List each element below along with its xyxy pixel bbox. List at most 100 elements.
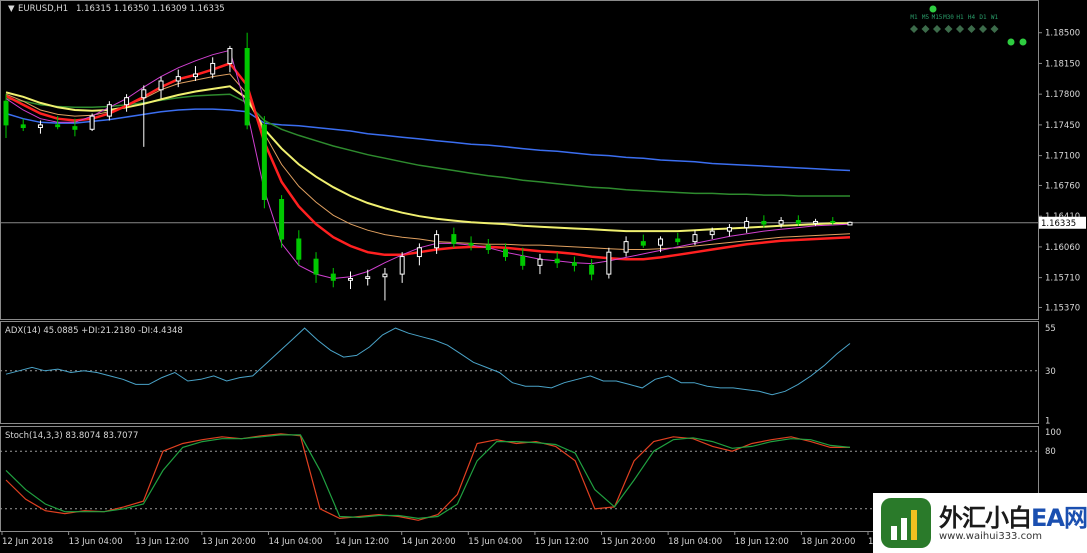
candle-body — [106, 104, 112, 117]
candle-body — [313, 258, 319, 275]
candle-body — [175, 76, 181, 82]
candle-body — [416, 247, 422, 258]
signal-dot-icon — [1019, 38, 1027, 46]
candle-body — [55, 124, 61, 128]
candle-body — [141, 89, 147, 99]
current-price-label: 1.16335 — [1041, 219, 1076, 229]
candle-body — [692, 234, 698, 243]
timeframe-label[interactable]: D1 — [979, 14, 987, 21]
price-tick-label: 1.16060 — [1045, 243, 1080, 253]
candle-body — [434, 234, 440, 249]
candle-body — [520, 256, 526, 266]
candle-body — [778, 220, 784, 225]
adx-tick-label: 1 — [1045, 416, 1050, 426]
candle-body — [3, 100, 9, 126]
candle-body — [399, 256, 405, 275]
time-tick-label: 12 Jun 2018 — [2, 537, 53, 547]
ohlc-header: 1.16315 1.16350 1.16309 1.16335 — [76, 4, 225, 14]
candle-body — [709, 230, 715, 236]
timeframe-label[interactable]: W1 — [991, 14, 999, 21]
time-tick-label: 13 Jun 12:00 — [135, 537, 189, 547]
candle-body — [744, 220, 750, 229]
time-tick-label: 18 Jun 20:00 — [801, 537, 855, 547]
watermark-logo-icon — [881, 498, 931, 548]
candle-body — [451, 234, 457, 244]
price-tick-label: 1.17450 — [1045, 121, 1080, 131]
candle-body — [537, 258, 543, 266]
candle-body — [468, 242, 474, 246]
time-tick-label: 15 Jun 20:00 — [602, 537, 656, 547]
candle-body — [279, 199, 285, 240]
adx-tick-label: 30 — [1045, 367, 1056, 377]
price-tick-label: 1.17800 — [1045, 90, 1080, 100]
header-arrow-icon[interactable]: ▼ — [8, 4, 15, 14]
candle-body — [503, 249, 509, 258]
candle-body — [726, 227, 732, 232]
time-tick-label: 15 Jun 12:00 — [535, 537, 589, 547]
signal-dot-icon — [1007, 38, 1015, 46]
candle-body — [37, 124, 43, 129]
watermark-text: 外汇小白 — [939, 503, 1032, 532]
stoch-header: Stoch(14,3,3) 83.8074 83.7077 — [5, 431, 138, 441]
signal-dot-icon — [929, 5, 937, 13]
stoch-tick-label: 100 — [1045, 428, 1061, 438]
adx-header: ADX(14) 45.0885 +DI:21.2180 -DI:4.4348 — [5, 326, 183, 336]
watermark: 外汇小白EA网 www.waihui333.com — [873, 493, 1087, 553]
candle-body — [365, 276, 371, 280]
candle-body — [847, 221, 853, 226]
time-tick-label: 14 Jun 20:00 — [402, 537, 456, 547]
time-tick-label: 13 Jun 04:00 — [69, 537, 123, 547]
candle-body — [623, 241, 629, 253]
candle-body — [192, 73, 198, 78]
candle-body — [296, 238, 302, 260]
candle-body — [158, 80, 164, 91]
time-tick-label: 18 Jun 12:00 — [735, 537, 789, 547]
candle-body — [227, 48, 233, 64]
candle-body — [658, 238, 664, 246]
symbol-header: EURUSD,H1 — [18, 4, 68, 14]
price-tick-label: 1.15710 — [1045, 274, 1080, 284]
candle-body — [382, 273, 388, 278]
candle-body — [210, 62, 216, 75]
price-tick-label: 1.17100 — [1045, 152, 1080, 162]
candle-body — [813, 220, 819, 224]
price-tick-label: 1.18500 — [1045, 29, 1080, 39]
candle-body — [244, 48, 250, 126]
price-tick-label: 1.16760 — [1045, 181, 1080, 191]
candle-body — [795, 220, 801, 224]
candle-body — [347, 278, 353, 281]
timeframe-label[interactable]: H1 — [956, 14, 964, 21]
adx-tick-label: 55 — [1045, 324, 1056, 334]
price-tick-label: 1.15370 — [1045, 303, 1080, 313]
time-tick-label: 14 Jun 12:00 — [335, 537, 389, 547]
candle-body — [640, 241, 646, 246]
time-tick-label: 13 Jun 20:00 — [202, 537, 256, 547]
timeframe-label[interactable]: M5 — [922, 14, 930, 21]
timeframe-label[interactable]: H4 — [968, 14, 976, 21]
candle-body — [261, 124, 267, 200]
candle-body — [571, 262, 577, 266]
candle-body — [72, 126, 78, 130]
price-tick-label: 1.18150 — [1045, 59, 1080, 69]
candle-body — [589, 264, 595, 275]
candle-body — [330, 273, 336, 281]
watermark-url: www.waihui333.com — [939, 530, 1042, 542]
time-tick-label: 18 Jun 04:00 — [668, 537, 722, 547]
candle-body — [89, 115, 95, 130]
timeframe-label[interactable]: M30 — [943, 14, 954, 21]
candle-body — [761, 220, 767, 225]
candle-body — [124, 97, 130, 106]
watermark-ea: EA网 — [1031, 503, 1087, 532]
time-tick-label: 15 Jun 04:00 — [468, 537, 522, 547]
time-tick-label: 14 Jun 04:00 — [268, 537, 322, 547]
stoch-tick-label: 80 — [1045, 447, 1056, 457]
candle-body — [20, 124, 26, 129]
timeframe-label[interactable]: M1 — [910, 14, 918, 21]
candle-body — [830, 220, 836, 223]
candle-body — [606, 251, 612, 275]
candle-body — [554, 258, 560, 264]
candle-body — [485, 244, 491, 251]
chart-canvas[interactable]: ▼ EURUSD,H1 1.16315 1.16350 1.16309 1.16… — [0, 0, 1087, 553]
candle-body — [675, 238, 681, 243]
timeframe-label[interactable]: M15 — [932, 14, 943, 21]
